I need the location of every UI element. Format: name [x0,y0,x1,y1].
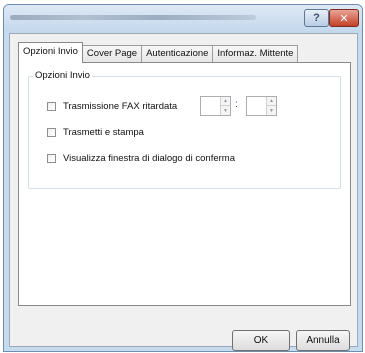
hour-spinner[interactable]: ▲ ▼ [200,96,231,116]
spin-up-icon[interactable]: ▲ [267,97,276,106]
ok-button[interactable]: OK [232,330,290,351]
send-options-group: Opzioni Invio Trasmissione FAX ritardata… [28,70,341,189]
spin-down-icon[interactable]: ▼ [267,106,276,115]
confirm-dialog-label: Visualizza finestra di dialogo di confer… [63,153,235,164]
minute-spinner-arrows: ▲ ▼ [266,97,276,115]
spin-down-icon[interactable]: ▼ [221,106,230,115]
delayed-fax-option: Trasmissione FAX ritardata [47,101,177,112]
tab-bar: Opzioni Invio Cover Page Autenticazione … [18,42,299,63]
tab-opzioni-invio[interactable]: Opzioni Invio [18,42,83,63]
title-bar[interactable]: ? ✕ [4,5,362,33]
send-and-print-checkbox[interactable] [47,128,56,137]
send-and-print-option: Trasmetti e stampa [47,127,144,138]
dialog-client-area: Opzioni Invio Cover Page Autenticazione … [9,33,358,351]
help-icon: ? [313,12,320,24]
group-title: Opzioni Invio [33,70,92,81]
time-separator: : [235,99,238,110]
cancel-button[interactable]: Annulla [296,330,350,351]
hour-spinner-arrows: ▲ ▼ [220,97,230,115]
confirm-dialog-option: Visualizza finestra di dialogo di confer… [47,153,235,164]
spin-up-icon[interactable]: ▲ [221,97,230,106]
blurred-title [10,15,256,20]
confirm-dialog-checkbox[interactable] [47,154,56,163]
send-and-print-label: Trasmetti e stampa [63,127,144,138]
tab-cover-page[interactable]: Cover Page [81,45,143,62]
delayed-fax-checkbox[interactable] [47,102,56,111]
tab-autenticazione[interactable]: Autenticazione [141,45,214,62]
dialog-window: ? ✕ Opzioni Invio Cover Page Autenticazi… [3,4,363,352]
close-icon: ✕ [339,12,349,25]
close-button[interactable]: ✕ [329,9,359,27]
help-button[interactable]: ? [304,9,329,27]
tab-panel: Opzioni Invio Trasmissione FAX ritardata… [18,62,351,306]
delayed-fax-label: Trasmissione FAX ritardata [63,101,178,112]
minute-spinner[interactable]: ▲ ▼ [246,96,277,116]
tab-informaz-mittente[interactable]: Informaz. Mittente [212,45,299,62]
